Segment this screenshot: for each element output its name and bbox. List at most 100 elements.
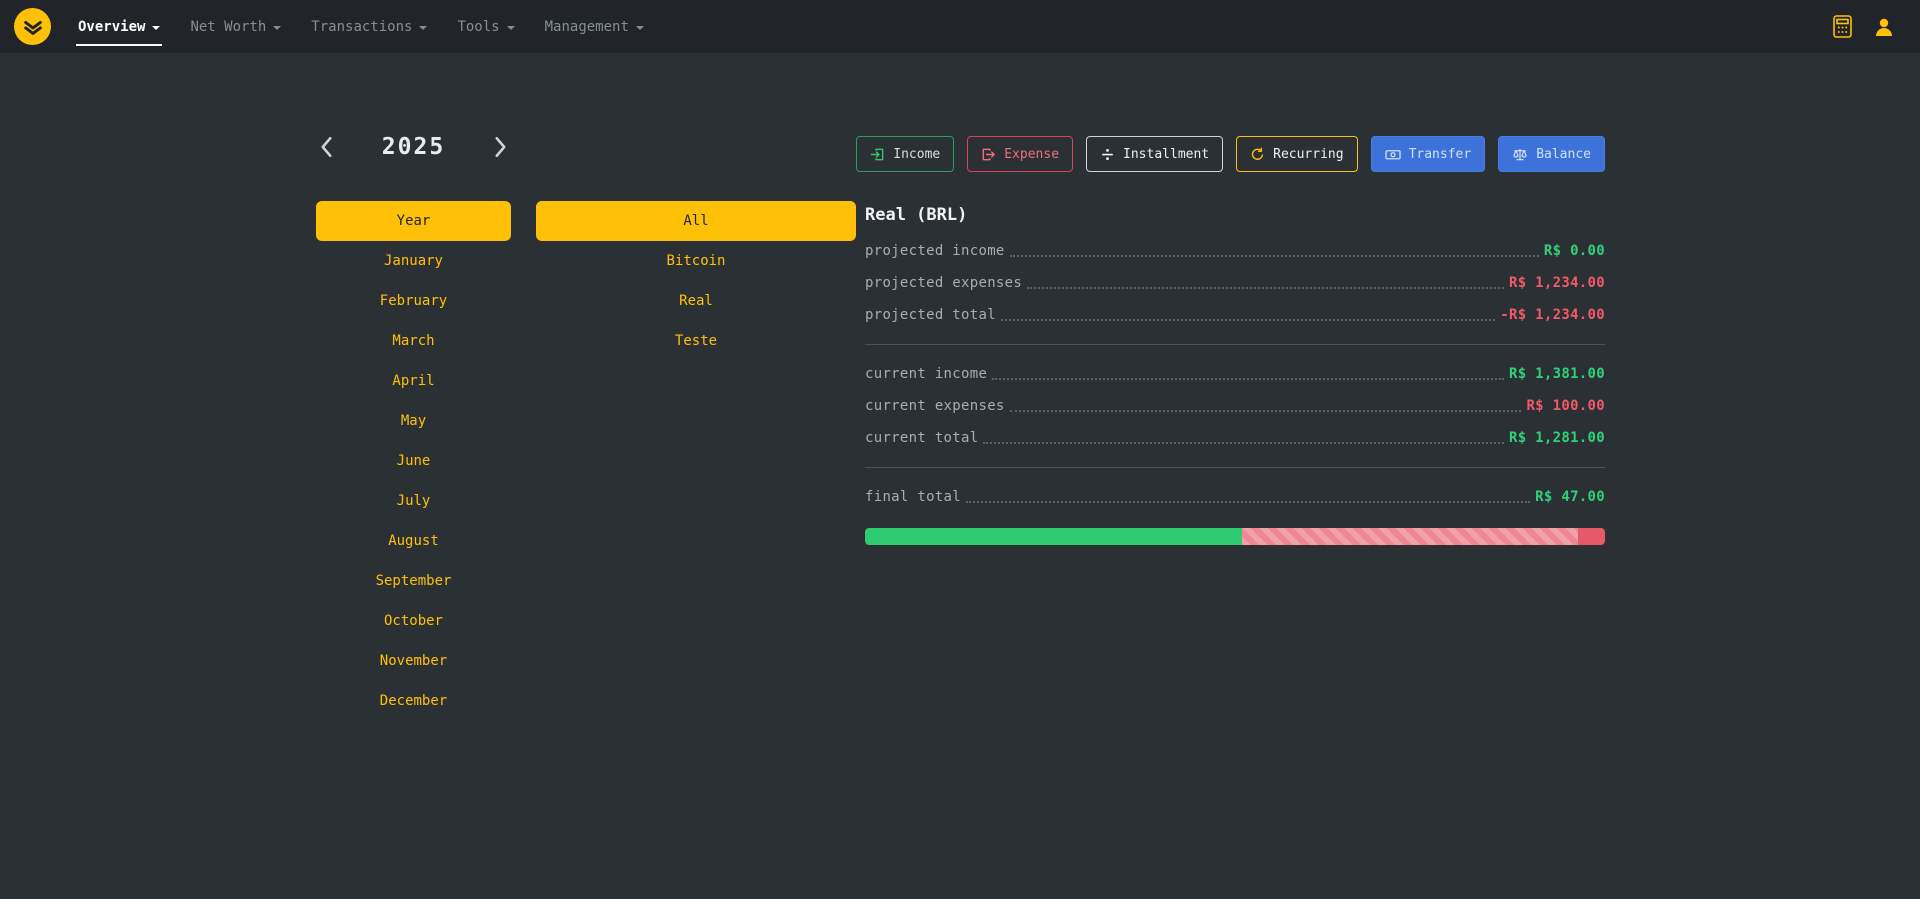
nav-transactions-label: Transactions <box>311 19 412 35</box>
row-label: projected total <box>865 307 996 323</box>
recurring-button-label: Recurring <box>1273 147 1343 162</box>
row-projected-expenses: projected expenses R$ 1,234.00 <box>865 267 1605 299</box>
nav-overview-label: Overview <box>78 19 145 35</box>
month-july[interactable]: July <box>316 481 511 521</box>
row-value: -R$ 1,234.00 <box>1500 307 1605 323</box>
box-arrow-in-right-icon <box>870 147 885 162</box>
expense-button-label: Expense <box>1004 147 1059 162</box>
row-value: R$ 1,234.00 <box>1509 275 1605 291</box>
summary-panel: Income Expense Installment <box>865 136 1605 545</box>
dotted-leader <box>1010 255 1539 257</box>
logo-bird-icon <box>22 16 44 38</box>
transaction-actions: Income Expense Installment <box>865 136 1605 172</box>
month-october[interactable]: October <box>316 601 511 641</box>
month-august[interactable]: August <box>316 521 511 561</box>
app-logo[interactable] <box>14 8 51 45</box>
calculator-button[interactable] <box>1833 15 1852 38</box>
month-september[interactable]: September <box>316 561 511 601</box>
installment-button-label: Installment <box>1123 147 1209 162</box>
account-teste[interactable]: Teste <box>536 321 856 361</box>
month-january[interactable]: January <box>316 241 511 281</box>
balance-button[interactable]: Balance <box>1498 136 1605 172</box>
account-all-button[interactable]: All <box>536 201 856 241</box>
month-december[interactable]: December <box>316 681 511 721</box>
nav-transactions[interactable]: Transactions <box>296 0 442 53</box>
summary-rows: projected income R$ 0.00 projected expen… <box>865 235 1605 513</box>
transfer-button-label: Transfer <box>1409 147 1472 162</box>
nav-overview[interactable]: Overview <box>63 0 175 53</box>
row-label: current income <box>865 366 987 382</box>
installment-button[interactable]: Installment <box>1086 136 1223 172</box>
row-label: projected expenses <box>865 275 1022 291</box>
row-label: current expenses <box>865 398 1005 414</box>
progress-current-expenses-segment <box>1578 528 1605 545</box>
row-projected-income: projected income R$ 0.00 <box>865 235 1605 267</box>
nav-tools-label: Tools <box>457 19 499 35</box>
row-value: R$ 1,281.00 <box>1509 430 1605 446</box>
month-november[interactable]: November <box>316 641 511 681</box>
dotted-leader <box>1010 410 1522 412</box>
period-year-button[interactable]: Year <box>316 201 511 241</box>
income-button-label: Income <box>893 147 940 162</box>
months-list: January February March April May June Ju… <box>316 241 511 721</box>
year-label: 2025 <box>382 134 445 160</box>
dotted-leader <box>966 501 1530 503</box>
transfer-button[interactable]: Transfer <box>1371 136 1486 172</box>
user-icon <box>1872 15 1896 39</box>
row-final-total: final total R$ 47.00 <box>865 481 1605 513</box>
month-march[interactable]: March <box>316 321 511 361</box>
account-bitcoin[interactable]: Bitcoin <box>536 241 856 281</box>
chevron-down-icon <box>636 26 644 30</box>
progress-projected-expenses-segment <box>1242 528 1578 545</box>
row-projected-total: projected total -R$ 1,234.00 <box>865 299 1605 331</box>
recurring-button[interactable]: Recurring <box>1236 136 1357 172</box>
chevron-down-icon <box>273 26 281 30</box>
nav-tools[interactable]: Tools <box>442 0 529 53</box>
balance-button-label: Balance <box>1536 147 1591 162</box>
cash-transfer-icon <box>1385 147 1401 162</box>
row-value: R$ 1,381.00 <box>1509 366 1605 382</box>
row-current-expenses: current expenses R$ 100.00 <box>865 390 1605 422</box>
summary-title: Real (BRL) <box>865 205 1605 225</box>
progress-income-segment <box>865 528 1242 545</box>
dotted-leader <box>992 378 1504 380</box>
next-year-button[interactable] <box>490 133 511 161</box>
chevron-left-icon <box>320 137 333 157</box>
dotted-leader <box>1001 319 1495 321</box>
dotted-leader <box>983 442 1503 444</box>
month-june[interactable]: June <box>316 441 511 481</box>
user-menu-button[interactable] <box>1872 15 1896 39</box>
dotted-leader <box>1027 287 1504 289</box>
account-real[interactable]: Real <box>536 281 856 321</box>
main-menu: Overview Net Worth Transactions Tools Ma… <box>63 0 659 53</box>
year-navigator: 2025 <box>316 133 511 161</box>
row-label: projected income <box>865 243 1005 259</box>
month-may[interactable]: May <box>316 401 511 441</box>
arrow-repeat-icon <box>1250 147 1265 162</box>
chevron-down-icon <box>419 26 427 30</box>
row-current-total: current total R$ 1,281.00 <box>865 422 1605 454</box>
budget-progress-bar <box>865 528 1605 545</box>
row-value: R$ 47.00 <box>1535 489 1605 505</box>
nav-management[interactable]: Management <box>530 0 659 53</box>
divide-icon <box>1100 147 1115 162</box>
chevron-down-icon <box>152 26 160 30</box>
month-february[interactable]: February <box>316 281 511 321</box>
nav-net-worth-label: Net Worth <box>190 19 266 35</box>
income-button[interactable]: Income <box>856 136 954 172</box>
accounts-list: Bitcoin Real Teste <box>536 241 856 361</box>
row-label: current total <box>865 430 978 446</box>
month-april[interactable]: April <box>316 361 511 401</box>
top-navbar: Overview Net Worth Transactions Tools Ma… <box>0 0 1920 53</box>
nav-management-label: Management <box>545 19 629 35</box>
chevron-down-icon <box>507 26 515 30</box>
row-value: R$ 100.00 <box>1526 398 1605 414</box>
divider <box>865 344 1605 345</box>
navbar-right <box>1833 15 1906 39</box>
row-current-income: current income R$ 1,381.00 <box>865 358 1605 390</box>
expense-button[interactable]: Expense <box>967 136 1073 172</box>
prev-year-button[interactable] <box>316 133 337 161</box>
divider <box>865 467 1605 468</box>
main-content: 2025 Year All January February March Apr… <box>0 53 1920 899</box>
nav-net-worth[interactable]: Net Worth <box>175 0 296 53</box>
